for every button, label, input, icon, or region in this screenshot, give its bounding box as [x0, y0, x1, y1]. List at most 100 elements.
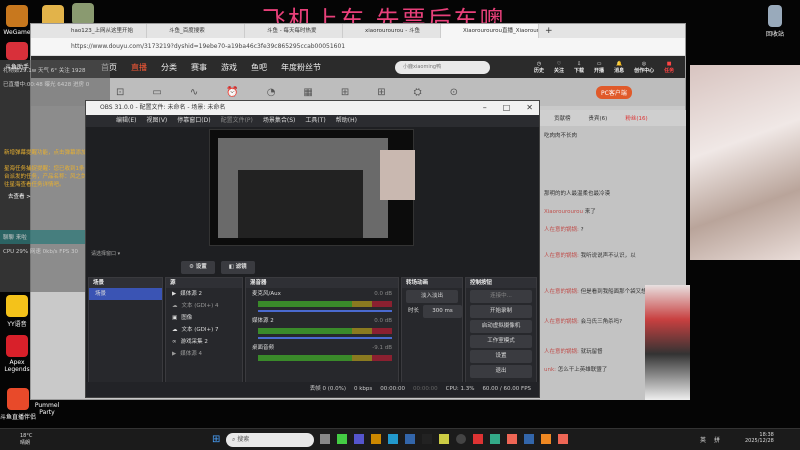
- source-item[interactable]: ☁ 文本 (GDI+) 7: [166, 324, 242, 336]
- nav-category[interactable]: 分类: [161, 62, 177, 73]
- obs-preview[interactable]: [209, 129, 415, 246]
- chat-message: 吃肉肉不长肉: [544, 133, 578, 139]
- desktop-icon-apex[interactable]: Apex Legends: [2, 335, 32, 373]
- app-icon[interactable]: [507, 434, 517, 444]
- mixer-db: 0.0 dB: [374, 318, 392, 324]
- browser-tab[interactable]: 斗鱼_百度搜索: [147, 24, 245, 38]
- desktop-icon-yy[interactable]: YY语音: [2, 295, 32, 328]
- exit-button[interactable]: 退出: [470, 365, 532, 378]
- volume-slider[interactable]: [258, 337, 392, 339]
- creator-center-button[interactable]: ◎ 创作中心: [634, 61, 654, 74]
- source-item[interactable]: ▶ 媒体源 2: [166, 288, 242, 300]
- transition-select[interactable]: 淡入淡出: [406, 290, 458, 303]
- app-icon[interactable]: [524, 434, 534, 444]
- start-icon[interactable]: ⊞: [212, 434, 220, 445]
- menu-help[interactable]: 帮助(H): [336, 115, 357, 127]
- nav-fan-festival[interactable]: 年度粉丝节: [281, 62, 321, 73]
- source-item[interactable]: ☁ 文本 (GDI+) 4: [166, 300, 242, 312]
- nav-yuba[interactable]: 鱼吧: [251, 62, 267, 73]
- app-icon[interactable]: [439, 434, 449, 444]
- search-input[interactable]: 小鹿xiaoming鸭: [395, 60, 490, 74]
- record-time: 00:00:00: [412, 386, 438, 392]
- icon-label: 斗鱼直播伴侣: [0, 414, 37, 421]
- tasks-button[interactable]: ■ 任务: [664, 61, 674, 74]
- app-icon[interactable]: [558, 434, 568, 444]
- menu-edit[interactable]: 编辑(E): [116, 115, 136, 127]
- pc-client-button[interactable]: PC客户端: [596, 85, 632, 99]
- history-button[interactable]: ◷ 历史: [534, 61, 544, 74]
- nav-games[interactable]: 游戏: [221, 62, 237, 73]
- obs-app-icon[interactable]: [456, 434, 466, 444]
- menu-scene-collection[interactable]: 场景集合(S): [263, 115, 296, 127]
- volume-meter: [258, 301, 392, 307]
- messages-button[interactable]: 🔔 消息: [614, 61, 624, 74]
- virtual-camera-button[interactable]: 启动虚拟摄像机: [470, 320, 532, 333]
- start-streaming-button[interactable]: 连接中...: [470, 290, 532, 303]
- desktop-icon-wegame[interactable]: WeGame: [2, 5, 32, 36]
- app-icon[interactable]: [371, 434, 381, 444]
- maximize-icon[interactable]: □: [503, 101, 511, 115]
- filters-button[interactable]: ◧ 滤镜: [220, 261, 255, 274]
- icon-label: Pummel Party: [34, 402, 60, 416]
- properties-button[interactable]: ⚙ 设置: [181, 261, 215, 274]
- menu-tools[interactable]: 工具(T): [305, 115, 325, 127]
- scenes-dock: 场景 场景: [88, 277, 163, 384]
- menu-profile[interactable]: 配置文件(P): [221, 115, 253, 127]
- label: 下载: [574, 67, 585, 74]
- weather-widget[interactable]: 18°C 晴朗: [20, 433, 32, 446]
- ime-lang[interactable]: 英: [700, 435, 706, 444]
- app-icon[interactable]: [354, 434, 364, 444]
- nav-events[interactable]: 赛事: [191, 62, 207, 73]
- scene-item[interactable]: 场景: [89, 288, 162, 300]
- browser-tab-active[interactable]: Xiaorourourou直播_Xiaorourourou: [441, 24, 539, 38]
- app-icon[interactable]: [405, 434, 415, 444]
- fps: 60.00 / 60.00 FPS: [482, 386, 531, 392]
- tab-vip[interactable]: 贵宾(6): [589, 114, 608, 122]
- taskbar-search[interactable]: ⌕ 搜索: [226, 433, 314, 447]
- go-live-button[interactable]: ▭ 开播: [594, 61, 604, 74]
- obs-status-bar: 丢帧 0 (0.0%) 0 kbps 00:00:00 00:00:00 CPU: 1.…: [86, 382, 539, 397]
- download-button[interactable]: ⇩ 下载: [574, 61, 584, 74]
- bitrate: 0 kbps: [353, 386, 373, 392]
- app-icon[interactable]: [541, 434, 551, 444]
- app-icon[interactable]: [320, 434, 330, 444]
- tab-fans[interactable]: 粉丝(16): [625, 114, 647, 122]
- label: 消息: [614, 67, 625, 74]
- start-recording-button[interactable]: 开始录制: [470, 305, 532, 318]
- label: 任务: [664, 67, 675, 74]
- app-icon[interactable]: [388, 434, 398, 444]
- studio-mode-button[interactable]: 工作室模式: [470, 335, 532, 348]
- mixer-channel-name: 桌面音频: [252, 345, 275, 351]
- source-item[interactable]: ∞ 游戏采集 2: [166, 336, 242, 348]
- browser-tab[interactable]: 斗鱼 - 每天每时热爱: [245, 24, 343, 38]
- settings-button[interactable]: 设置: [470, 350, 532, 363]
- nav-live[interactable]: 直播: [131, 62, 147, 73]
- dropped-frames: 丢帧 0 (0.0%): [309, 386, 346, 392]
- menu-docks[interactable]: 停靠窗口(D): [177, 115, 210, 127]
- duration-input[interactable]: 300 ms: [423, 305, 462, 318]
- label: 创作中心: [634, 67, 655, 74]
- app-icon[interactable]: [422, 434, 432, 444]
- obs-menu-bar: 编辑(E) 视图(V) 停靠窗口(D) 配置文件(P) 场景集合(S) 工具(T) 帮助(H…: [86, 115, 539, 127]
- minimize-icon[interactable]: –: [483, 101, 487, 115]
- desktop-icon-pummel-party[interactable]: Pummel Party: [32, 402, 62, 416]
- browser-tab[interactable]: hao123_上网从这里开始: [49, 24, 147, 38]
- browser-tab[interactable]: xiaorourourou - 斗鱼: [343, 24, 441, 38]
- window-source-select[interactable]: 请选择窗口 ▾: [91, 250, 120, 257]
- close-icon[interactable]: ✕: [526, 101, 533, 115]
- address-bar[interactable]: https://www.douyu.com/3173219?dyshid=19e…: [31, 38, 685, 56]
- ime-mode[interactable]: 拼: [714, 435, 720, 444]
- follow-button[interactable]: ♡ 关注: [554, 61, 564, 74]
- source-item[interactable]: ▶ 媒体源 4: [166, 348, 242, 360]
- desktop-icon-recycle-bin[interactable]: 回收站: [760, 5, 790, 38]
- new-tab-icon[interactable]: +: [545, 26, 553, 36]
- menu-view[interactable]: 视图(V): [146, 115, 167, 127]
- clock[interactable]: 18:38 2025/12/28: [745, 432, 774, 444]
- app-icon[interactable]: [337, 434, 347, 444]
- app-icon[interactable]: [473, 434, 483, 444]
- source-item[interactable]: ▣ 图像: [166, 312, 242, 324]
- desktop-icon-douyu-assistant[interactable]: 斗鱼助手: [2, 42, 32, 71]
- tab-contribution[interactable]: 贡献榜: [554, 114, 571, 122]
- app-icon[interactable]: [490, 434, 500, 444]
- volume-slider[interactable]: [258, 310, 392, 312]
